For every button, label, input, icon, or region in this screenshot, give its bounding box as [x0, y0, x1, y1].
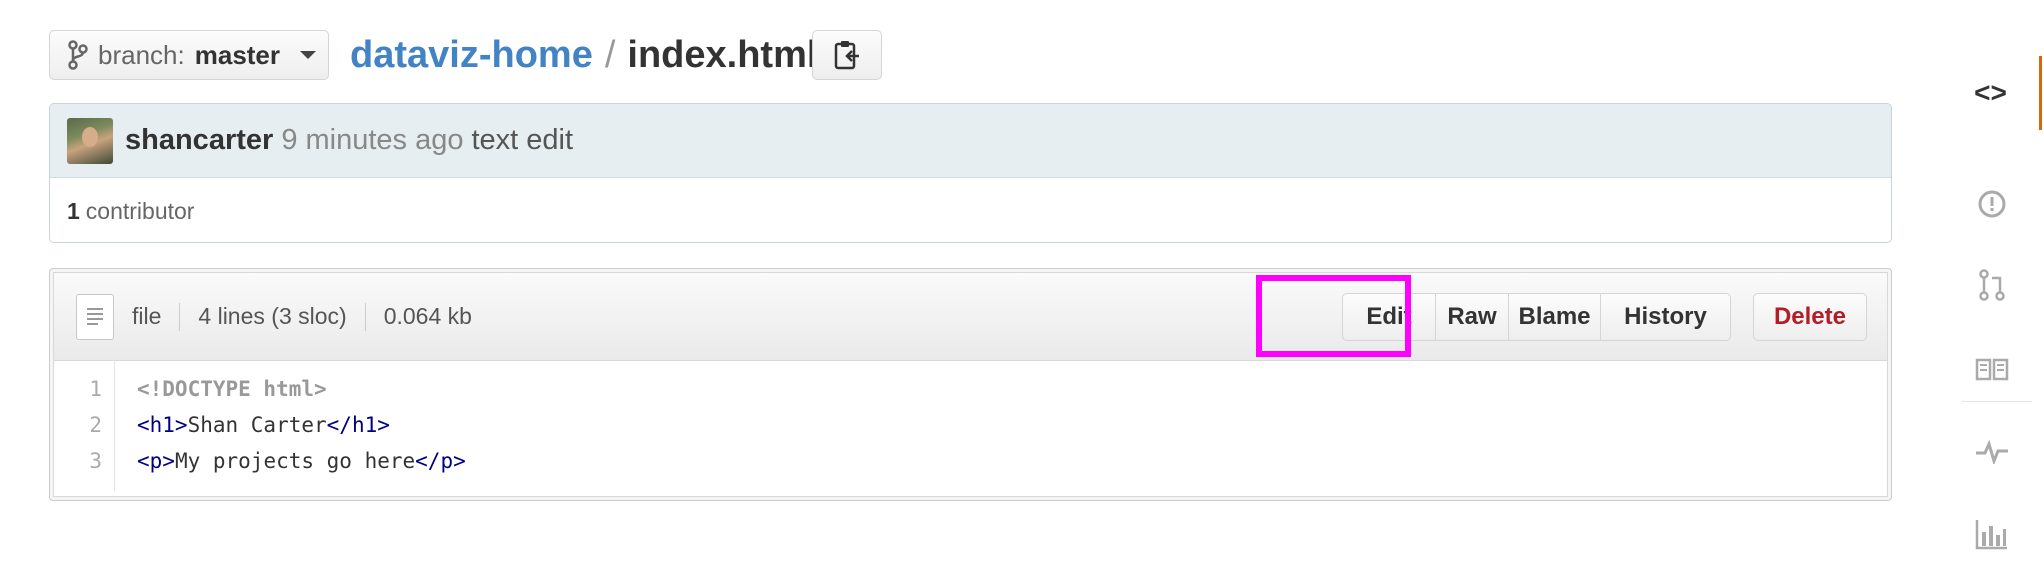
commit-header: shancarter 9 minutes ago text edit	[50, 104, 1891, 178]
avatar[interactable]	[67, 117, 113, 164]
file-actions: Edit Raw Blame History	[1342, 293, 1731, 341]
branch-icon	[68, 40, 88, 70]
branch-prefix: branch:	[98, 39, 185, 70]
line-content: Shan Carter	[187, 413, 327, 437]
tag-open: <h1>	[137, 413, 188, 437]
edit-button[interactable]: Edit	[1342, 293, 1436, 341]
commit-time: 9 minutes ago	[281, 124, 464, 156]
tag-close: </h1>	[326, 413, 390, 437]
pull-request-icon[interactable]	[1942, 255, 2042, 315]
breadcrumb: dataviz-home / index.html	[350, 26, 817, 84]
file-mode: file	[132, 303, 162, 329]
code-line: <h1>Shan Carter</h1>	[137, 407, 466, 443]
line-numbers: 1 2 3	[54, 361, 115, 491]
code-line: <p>My projects go here</p>	[137, 443, 466, 479]
issues-icon[interactable]	[1942, 174, 2042, 234]
repo-link[interactable]: dataviz-home	[350, 34, 593, 77]
code-line: <!DOCTYPE html>	[137, 371, 466, 407]
contributor-label: contributor	[85, 197, 195, 224]
pulse-icon[interactable]	[1942, 422, 2042, 482]
repo-nav: <>	[1942, 56, 2044, 572]
line-content: My projects go here	[174, 449, 416, 473]
branch-name: master	[194, 39, 281, 70]
file-viewer: file 4 lines (3 sloc) 0.064 kb Edit Raw …	[49, 268, 1892, 501]
raw-button[interactable]: Raw	[1435, 293, 1509, 341]
file-name: index.html	[627, 33, 818, 76]
code-lines: <!DOCTYPE html> <h1>Shan Carter</h1> <p>…	[115, 361, 466, 491]
tag-close: </p>	[415, 449, 466, 473]
line-number[interactable]: 1	[54, 371, 102, 407]
line-number[interactable]: 2	[54, 407, 102, 443]
graphs-icon[interactable]	[1942, 504, 2042, 564]
chevron-down-icon	[300, 51, 317, 59]
history-button[interactable]: History	[1600, 293, 1731, 341]
delete-button[interactable]: Delete	[1752, 293, 1867, 341]
commit-author[interactable]: shancarter	[125, 124, 273, 157]
divider	[179, 302, 181, 331]
code-icon[interactable]: <>	[1942, 56, 2042, 130]
file-lines: 4 lines (3 sloc)	[198, 303, 347, 329]
contributor-count: 1	[67, 197, 80, 224]
file-size: 0.064 kb	[383, 303, 472, 329]
clipboard-icon	[834, 41, 859, 70]
copy-path-button[interactable]	[812, 30, 882, 80]
line-number[interactable]: 3	[54, 443, 102, 479]
blame-button[interactable]: Blame	[1508, 293, 1601, 341]
wiki-icon[interactable]	[1942, 339, 2042, 399]
path-separator: /	[604, 33, 616, 76]
contributors-row: 1 contributor	[50, 178, 1891, 242]
file-header: file 4 lines (3 sloc) 0.064 kb Edit Raw …	[54, 273, 1887, 361]
commit-box: shancarter 9 minutes ago text edit 1 con…	[49, 103, 1892, 243]
branch-selector-button[interactable]: branch: master	[49, 30, 329, 80]
tag-open: <p>	[137, 449, 175, 473]
commit-message[interactable]: text edit	[471, 124, 573, 157]
divider	[364, 302, 366, 331]
divider	[1962, 401, 2032, 402]
code-view: 1 2 3 <!DOCTYPE html> <h1>Shan Carter</h…	[54, 361, 1887, 491]
file-icon	[76, 293, 114, 340]
doctype: <!DOCTYPE html>	[137, 377, 327, 401]
